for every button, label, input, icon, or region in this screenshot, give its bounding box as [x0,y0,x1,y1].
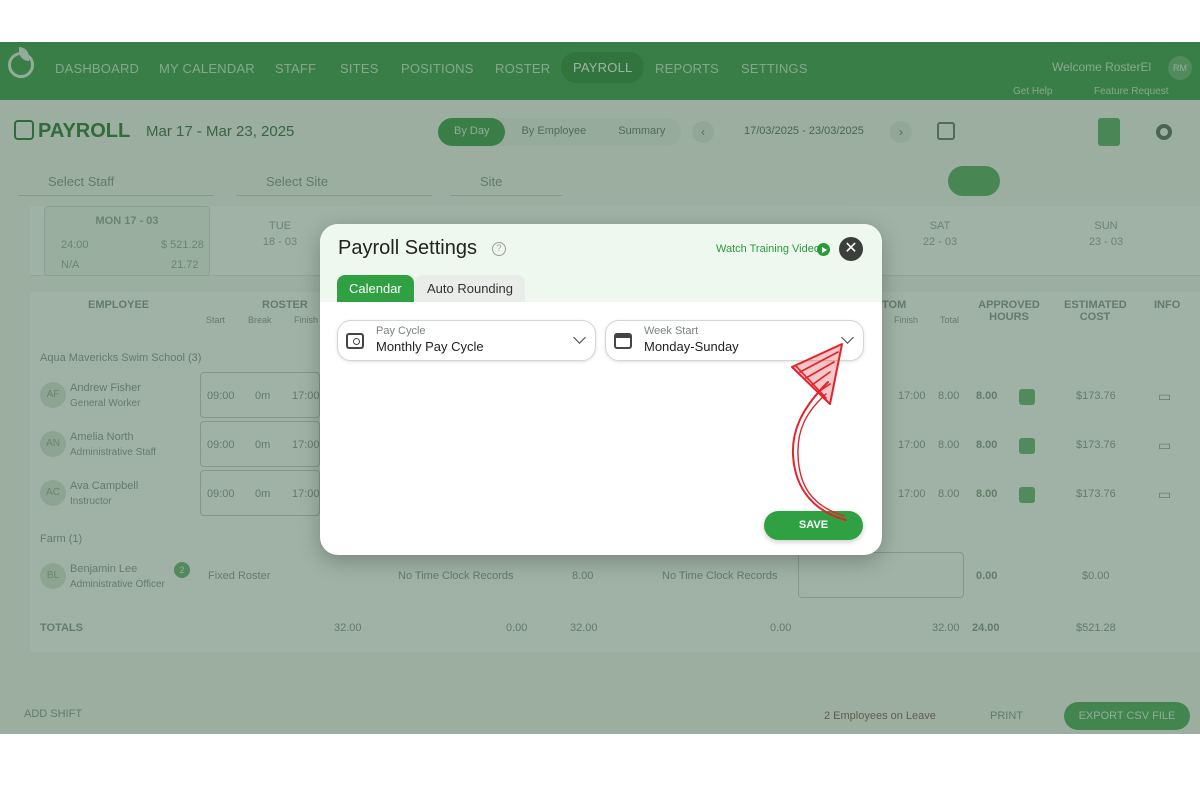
pay-cycle-select[interactable]: Pay Cycle Monthly Pay Cycle [337,320,596,361]
week-start-label: Week Start [644,325,699,337]
play-icon[interactable] [817,243,830,256]
modal-title: Payroll Settings [338,237,477,259]
tab-calendar[interactable]: Calendar [337,275,414,302]
pay-cycle-value: Monthly Pay Cycle [376,339,484,354]
close-button[interactable]: ✕ [839,237,863,261]
calendar-icon [614,333,632,349]
save-button[interactable]: SAVE [764,511,863,540]
week-start-select[interactable]: Week Start Monday-Sunday [605,320,864,361]
chevron-down-icon [573,331,586,344]
cash-icon [346,333,364,349]
chevron-down-icon [841,331,854,344]
tab-auto-rounding[interactable]: Auto Rounding [415,275,526,302]
help-icon[interactable]: ? [492,242,506,256]
week-start-value: Monday-Sunday [644,339,739,354]
pay-cycle-label: Pay Cycle [376,325,426,337]
watch-training-video-link[interactable]: Watch Training Video [716,243,820,255]
payroll-settings-modal: Payroll Settings ? Watch Training Video … [320,224,882,555]
